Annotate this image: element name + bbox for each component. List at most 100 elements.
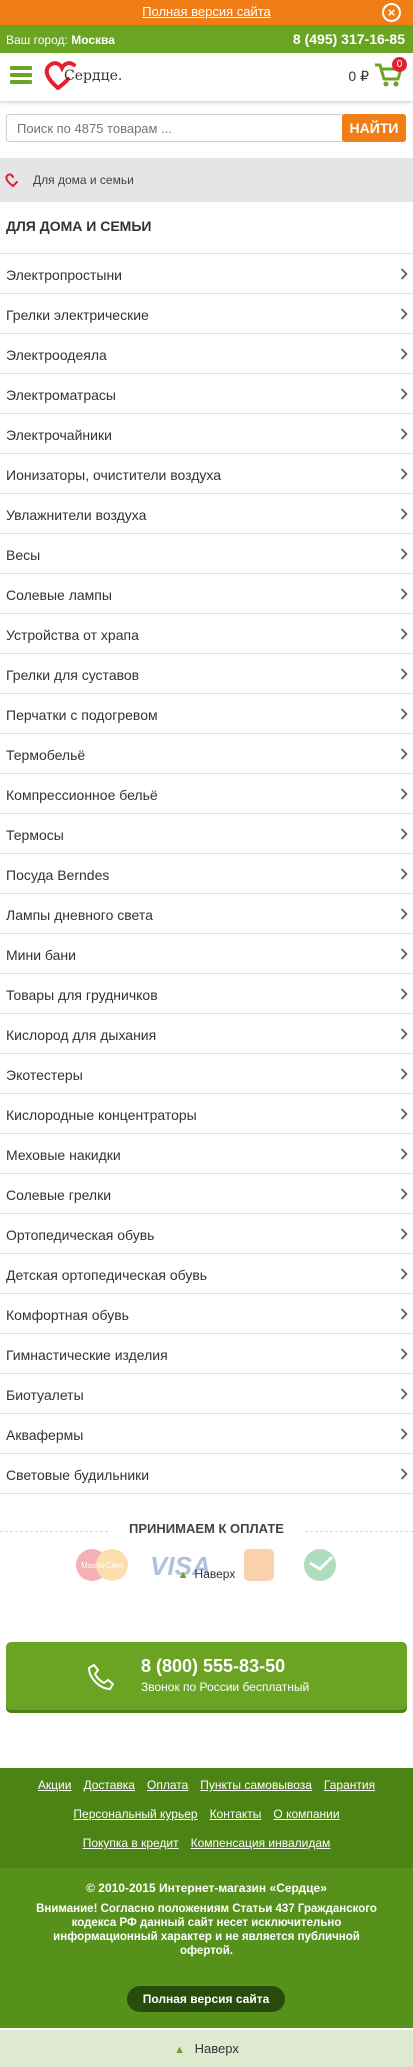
category-label: Световые будильники [6, 1467, 150, 1483]
category-item[interactable]: Ионизаторы, очистители воздуха [0, 454, 413, 494]
search-button[interactable]: НАЙТИ [342, 114, 406, 142]
category-item[interactable]: Экотестеры [0, 1054, 413, 1094]
category-label: Лампы дневного света [6, 907, 153, 923]
category-item[interactable]: Увлажнители воздуха [0, 494, 413, 534]
category-item[interactable]: Устройства от храпа [0, 614, 413, 654]
chevron-right-icon [400, 1428, 408, 1440]
category-label: Термобельё [6, 747, 86, 763]
chevron-right-icon [400, 788, 408, 800]
chevron-right-icon [400, 348, 408, 360]
category-item[interactable]: Солевые грелки [0, 1174, 413, 1214]
scroll-up-bar[interactable]: ▲ Наверх [0, 2030, 413, 2067]
category-item[interactable]: Лампы дневного света [0, 894, 413, 934]
scroll-up-label: Наверх [194, 2041, 239, 2056]
category-item[interactable]: Биотуалеты [0, 1374, 413, 1414]
legal-notice: Внимание! Согласно положениям Статьи 437… [36, 1903, 377, 1957]
footer-link[interactable]: Гарантия [324, 1778, 375, 1792]
category-item[interactable]: Аквафермы [0, 1414, 413, 1454]
category-item[interactable]: Электрочайники [0, 414, 413, 454]
city-selector[interactable]: Ваш город: Москва [6, 33, 115, 47]
category-label: Биотуалеты [6, 1387, 84, 1403]
footer-link[interactable]: Персональный курьер [73, 1807, 197, 1821]
scroll-up-label: Наверх [194, 1567, 236, 1581]
footer-link[interactable]: Контакты [210, 1807, 262, 1821]
category-item[interactable]: Детская ортопедическая обувь [0, 1254, 413, 1294]
category-label: Ортопедическая обувь [6, 1227, 155, 1243]
category-item[interactable]: Электроматрасы [0, 374, 413, 414]
full-site-bar: Полная версия сайта × [0, 0, 413, 25]
category-item[interactable]: Весы [0, 534, 413, 574]
category-label: Солевые грелки [6, 1187, 112, 1203]
header: Сердце. 0 ₽ 0 [0, 53, 413, 101]
chevron-right-icon [400, 1188, 408, 1200]
full-site-link[interactable]: Полная версия сайта [0, 4, 413, 19]
footer-link[interactable]: Компенсация инвалидам [191, 1836, 331, 1850]
scroll-up-link[interactable]: ▲ Наверх [0, 1567, 413, 1581]
chevron-right-icon [400, 668, 408, 680]
chevron-right-icon [400, 1108, 408, 1120]
category-label: Посуда Berndes [6, 867, 110, 883]
chevron-right-icon [400, 1268, 408, 1280]
category-item[interactable]: Посуда Berndes [0, 854, 413, 894]
category-item[interactable]: Грелки для суставов [0, 654, 413, 694]
footer: Акции Доставка Оплата Пункты самовывоза Гара… [0, 1768, 413, 2028]
chevron-right-icon [400, 268, 408, 280]
header-phone[interactable]: 8 (495) 317-16-85 [293, 31, 405, 47]
chevron-right-icon [400, 1228, 408, 1240]
category-item[interactable]: Термобельё [0, 734, 413, 774]
search-input[interactable] [6, 114, 343, 142]
footer-nav: Акции Доставка Оплата Пункты самовывоза Гара… [0, 1768, 413, 1868]
chevron-right-icon [400, 948, 408, 960]
footer-link[interactable]: Доставка [83, 1778, 135, 1792]
footer-link[interactable]: Оплата [147, 1778, 188, 1792]
footer-link[interactable]: О компании [273, 1807, 339, 1821]
phone-call-block[interactable]: 8 (800) 555-83-50 Звонок по России беспл… [6, 1642, 407, 1710]
category-item[interactable]: Компрессионное бельё [0, 774, 413, 814]
footer-link[interactable]: Покупка в кредит [83, 1836, 179, 1850]
category-item[interactable]: Световые будильники [0, 1454, 413, 1494]
close-icon[interactable]: × [382, 3, 401, 22]
city-label: Ваш город: [6, 33, 68, 47]
category-item[interactable]: Меховые накидки [0, 1134, 413, 1174]
chevron-right-icon [400, 708, 408, 720]
category-label: Аквафермы [6, 1427, 84, 1443]
category-item[interactable]: Ортопедическая обувь [0, 1214, 413, 1254]
footer-link[interactable]: Акции [38, 1778, 72, 1792]
category-label: Грелки для суставов [6, 667, 140, 683]
city-name[interactable]: Москва [71, 33, 115, 47]
category-item[interactable]: Перчатки с подогревом [0, 694, 413, 734]
category-label: Детская ортопедическая обувь [6, 1267, 208, 1283]
chevron-right-icon [400, 1148, 408, 1160]
category-label: Солевые лампы [6, 587, 112, 603]
category-item[interactable]: Солевые лампы [0, 574, 413, 614]
menu-icon[interactable] [10, 66, 32, 84]
category-label: Перчатки с подогревом [6, 707, 158, 723]
category-item[interactable]: Электропростыни [0, 254, 413, 294]
breadcrumb: Для дома и семьи [0, 158, 413, 202]
category-item[interactable]: Термосы [0, 814, 413, 854]
category-item[interactable]: Кислород для дыхания [0, 1014, 413, 1054]
chevron-right-icon [400, 548, 408, 560]
category-item[interactable]: Мини бани [0, 934, 413, 974]
cart-sum[interactable]: 0 ₽ [348, 68, 369, 85]
chevron-right-icon [400, 1348, 408, 1360]
chevron-right-icon [400, 748, 408, 760]
category-label: Термосы [6, 827, 64, 843]
category-item[interactable]: Кислородные концентраторы [0, 1094, 413, 1134]
city-bar: Ваш город: Москва 8 (495) 317-16-85 [0, 25, 413, 53]
footer-link[interactable]: Пункты самовывоза [200, 1778, 312, 1792]
chevron-right-icon [400, 1308, 408, 1320]
heart-icon[interactable] [4, 172, 22, 188]
arrow-up-icon: ▲ [177, 1569, 189, 1581]
category-item[interactable]: Электроодеяла [0, 334, 413, 374]
category-item[interactable]: Гимнастические изделия [0, 1334, 413, 1374]
category-label: Устройства от храпа [6, 627, 139, 643]
category-item[interactable]: Комфортная обувь [0, 1294, 413, 1334]
chevron-right-icon [400, 988, 408, 1000]
chevron-right-icon [400, 1388, 408, 1400]
full-site-button[interactable]: Полная версия сайта [127, 1986, 285, 2012]
logo-text[interactable]: Сердце. [64, 68, 122, 84]
category-item[interactable]: Грелки электрические [0, 294, 413, 334]
category-item[interactable]: Товары для грудничков [0, 974, 413, 1014]
category-label: Весы [6, 547, 41, 563]
